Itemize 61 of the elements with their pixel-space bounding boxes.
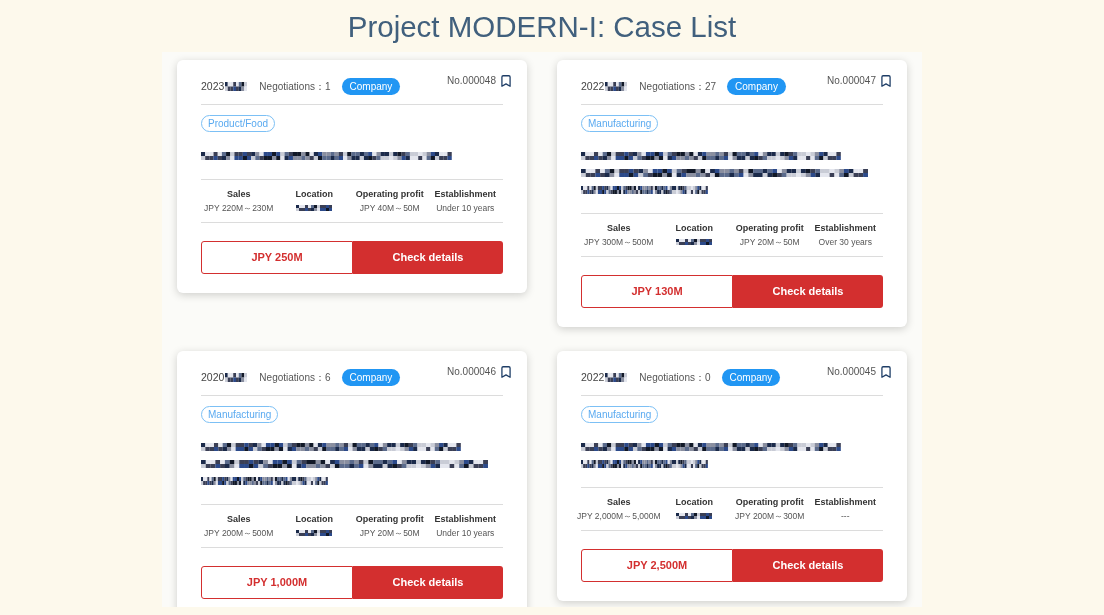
stat-label: Operating profit (735, 496, 804, 509)
bookmark-icon[interactable] (499, 364, 513, 380)
stat-value: JPY 200M～500M (204, 527, 274, 540)
price-box: JPY 250M (201, 241, 353, 274)
bookmark-icon[interactable] (879, 73, 893, 89)
stat-value: JPY 300M～500M (584, 236, 654, 249)
stat-value: Over 30 years (818, 236, 872, 249)
stat-label: Location (675, 222, 713, 235)
date-text: 2023 (201, 78, 225, 94)
date-text: 2022 (581, 78, 605, 94)
stat-value: Under 10 years (436, 527, 495, 540)
stat-value: JPY 40M～50M (359, 202, 420, 215)
stat-label: Sales (607, 496, 631, 509)
price-box: JPY 130M (581, 275, 733, 308)
pixelated-text (676, 513, 713, 519)
case-number: No.000045 (827, 365, 876, 379)
stat-value: JPY 220M～230M (204, 202, 274, 215)
pixelated-text (296, 530, 333, 536)
stat-value: Under 10 years (436, 202, 495, 215)
price-box: JPY 1,000M (201, 566, 353, 599)
stat-label: Establishment (814, 496, 876, 509)
type-badge: Company (727, 78, 786, 95)
case-number: No.000047 (827, 74, 876, 88)
stat-label: Location (675, 496, 713, 509)
stat-value: JPY 20M～50M (359, 527, 420, 540)
type-badge: Company (341, 369, 401, 386)
negotiations-count: Negotiations：6 (259, 371, 331, 385)
price-box: JPY 2,500M (581, 549, 733, 582)
stat-value: JPY 200M～300M (735, 510, 805, 523)
bookmark-icon[interactable] (879, 364, 893, 380)
type-badge: Company (341, 78, 401, 95)
check-details-button[interactable]: Check details (353, 566, 503, 599)
stat-value: JPY 2,000M～5,000M (577, 510, 661, 523)
date-text: 2020 (201, 369, 225, 385)
date-text: 2022 (581, 369, 605, 385)
pixelated-text (296, 205, 333, 211)
stat-label: Location (295, 513, 333, 526)
stat-label: Operating profit (735, 222, 804, 235)
stat-label: Location (295, 188, 333, 201)
stat-label: Sales (227, 188, 251, 201)
stat-value: JPY 20M～50M (739, 236, 800, 249)
type-badge: Company (721, 369, 781, 386)
negotiations-count: Negotiations：1 (259, 80, 331, 94)
stat-label: Operating profit (355, 513, 424, 526)
negotiations-count: Negotiations：27 (639, 80, 717, 94)
stat-label: Sales (607, 222, 631, 235)
stat-label: Operating profit (355, 188, 424, 201)
check-details-button[interactable]: Check details (353, 241, 503, 274)
pixelated-text (676, 239, 713, 245)
case-number: No.000048 (447, 74, 496, 88)
stat-value: --- (841, 510, 850, 523)
stat-label: Sales (227, 513, 251, 526)
negotiations-count: Negotiations：0 (639, 371, 711, 385)
stat-label: Establishment (814, 222, 876, 235)
stat-label: Establishment (434, 513, 496, 526)
stat-label: Establishment (434, 188, 496, 201)
check-details-button[interactable]: Check details (733, 275, 883, 308)
page-title: Project MODERN-I: Case List (347, 12, 737, 42)
bookmark-icon[interactable] (499, 73, 513, 89)
case-number: No.000046 (447, 365, 496, 379)
check-details-button[interactable]: Check details (733, 549, 883, 582)
